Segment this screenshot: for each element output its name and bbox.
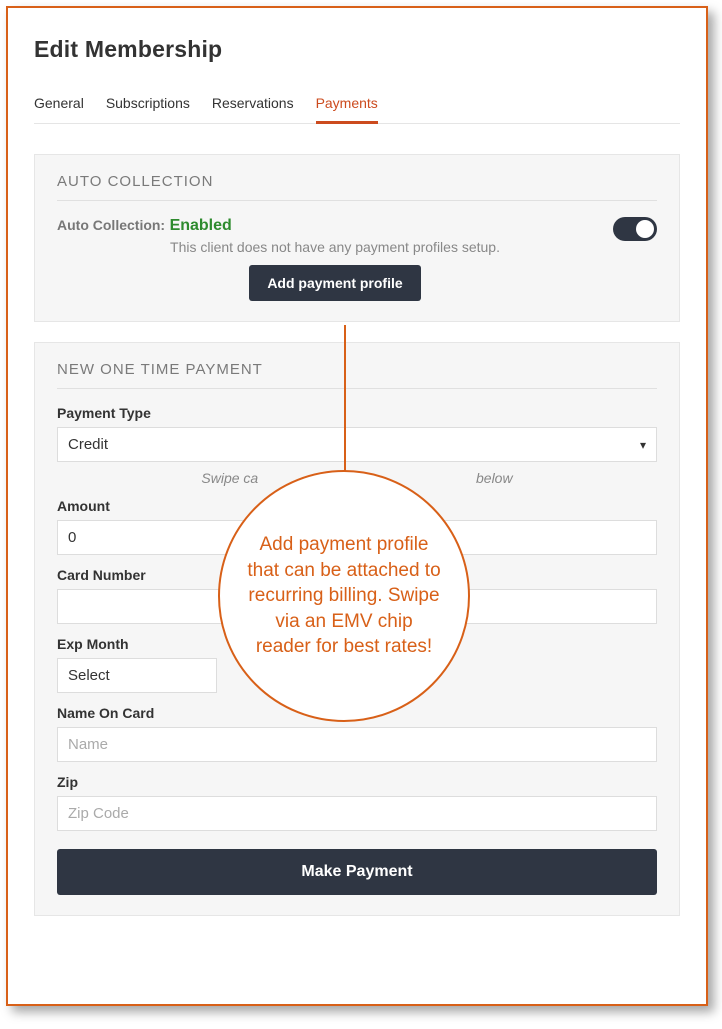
callout-text: Add payment profile that can be attached… (246, 532, 442, 660)
app-frame: Edit Membership General Subscriptions Re… (6, 6, 708, 1006)
payment-type-label: Payment Type (57, 405, 657, 421)
swipe-hint-left: Swipe ca (201, 470, 258, 486)
auto-collection-status: Enabled (170, 217, 232, 234)
callout-bubble: Add payment profile that can be attached… (218, 470, 470, 722)
payment-type-select[interactable]: Credit ▾ (57, 427, 657, 462)
auto-collection-title: AUTO COLLECTION (57, 173, 657, 201)
toggle-knob (636, 220, 654, 238)
tab-general[interactable]: General (34, 89, 84, 123)
tab-payments[interactable]: Payments (316, 89, 378, 124)
payment-type-value: Credit (68, 436, 108, 453)
tab-subscriptions[interactable]: Subscriptions (106, 89, 190, 123)
tab-bar: General Subscriptions Reservations Payme… (34, 89, 680, 124)
auto-collection-message: This client does not have any payment pr… (57, 239, 613, 255)
callout-connector (344, 325, 346, 471)
make-payment-button[interactable]: Make Payment (57, 849, 657, 895)
swipe-hint-right: below (476, 470, 513, 486)
exp-month-select[interactable]: Select (57, 658, 217, 693)
exp-month-value: Select (68, 667, 110, 684)
page-title: Edit Membership (34, 36, 680, 63)
zip-label: Zip (57, 774, 657, 790)
zip-input[interactable] (57, 796, 657, 831)
auto-collection-panel: AUTO COLLECTION Auto Collection: Enabled… (34, 154, 680, 322)
one-time-title: NEW ONE TIME PAYMENT (57, 361, 657, 389)
chevron-down-icon: ▾ (640, 438, 646, 452)
tab-reservations[interactable]: Reservations (212, 89, 294, 123)
auto-collection-label: Auto Collection: (57, 217, 165, 233)
add-payment-profile-button[interactable]: Add payment profile (249, 265, 420, 301)
name-on-card-input[interactable] (57, 727, 657, 762)
auto-collection-toggle[interactable] (613, 217, 657, 241)
